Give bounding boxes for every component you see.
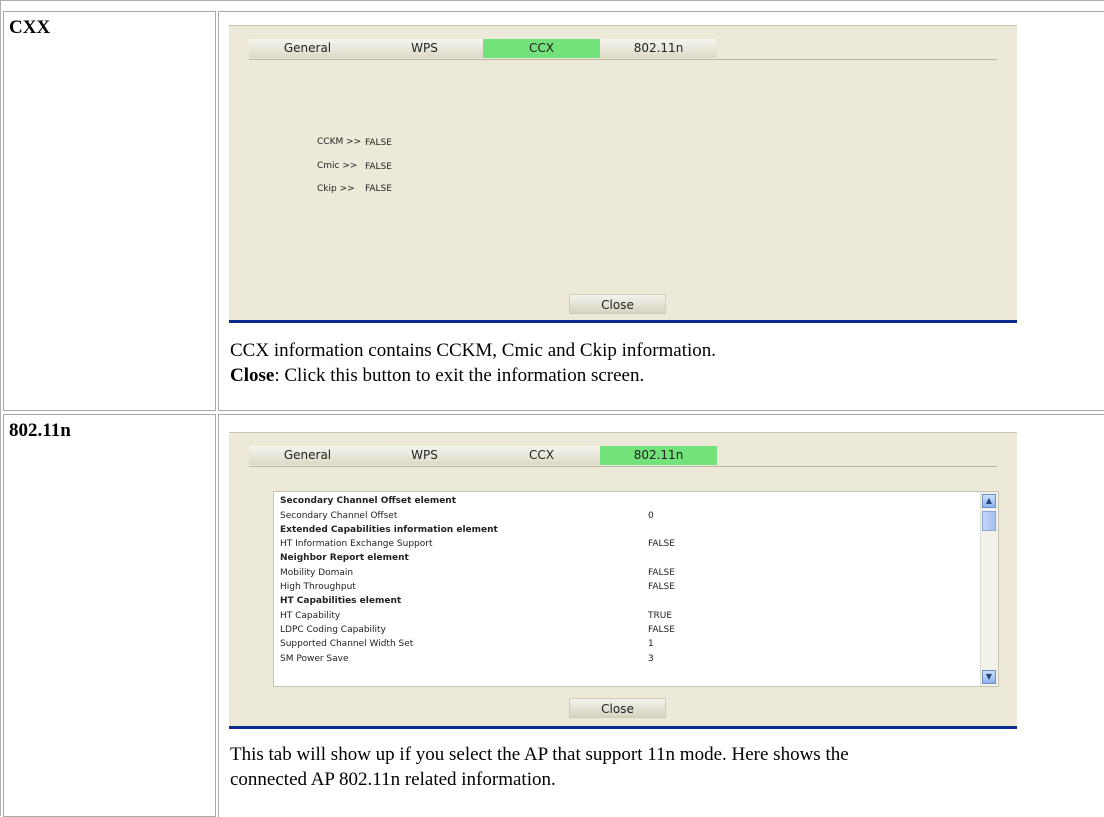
list-header: Extended Capabilities information elemen… (280, 525, 498, 535)
content-cell-802-11n: General WPS CCX 802.11n Secondary Channe… (218, 414, 1104, 817)
tab-general[interactable]: General (249, 446, 366, 465)
section-label: CXX (9, 17, 51, 38)
list-item: SM Power Save 3 (280, 654, 654, 664)
list-item: LDPC Coding Capability FALSE (280, 625, 675, 635)
vertical-scrollbar[interactable]: ▲ ▼ (980, 492, 998, 686)
dialog-bottom-border (229, 320, 1017, 323)
label-cell-802-11n: 802.11n (3, 414, 216, 817)
tab-ccx[interactable]: CCX (483, 446, 600, 465)
close-term: Close (230, 365, 275, 386)
info-list[interactable]: Secondary Channel Offset element Seconda… (273, 491, 999, 687)
ckip-value: FALSE (365, 184, 392, 194)
ckip-key: Ckip >> (317, 184, 355, 194)
tab-802-11n[interactable]: 802.11n (600, 39, 717, 58)
cmic-key: Cmic >> (317, 161, 358, 171)
ccx-description: CCX information contains CCKM, Cmic and … (230, 340, 717, 361)
802-11n-dialog: General WPS CCX 802.11n Secondary Channe… (229, 432, 1017, 729)
ccx-dialog: General WPS CCX 802.11n CCKM >> FALSE Cm… (229, 25, 1017, 323)
scroll-thumb[interactable] (982, 511, 996, 531)
802-11n-description-line1: This tab will show up if you select the … (230, 744, 849, 765)
tab-divider (249, 59, 997, 60)
list-item: Mobility Domain FALSE (280, 568, 675, 578)
list-header: Secondary Channel Offset element (280, 496, 457, 506)
tab-wps[interactable]: WPS (366, 446, 483, 465)
list-item: HT Capability TRUE (280, 611, 673, 621)
content-cell-ccx: General WPS CCX 802.11n CCKM >> FALSE Cm… (218, 11, 1104, 411)
tab-ccx[interactable]: CCX (483, 39, 600, 58)
tab-divider (249, 466, 997, 467)
scroll-up-icon[interactable]: ▲ (982, 494, 996, 508)
list-item: High Throughput FALSE (280, 582, 675, 592)
list-header: HT Capabilities element (280, 596, 402, 606)
tab-wps[interactable]: WPS (366, 39, 483, 58)
list-item: HT Information Exchange Support FALSE (280, 539, 675, 549)
close-explanation: : Click this button to exit the informat… (274, 365, 645, 386)
scroll-down-icon[interactable]: ▼ (982, 670, 996, 684)
list-header: Neighbor Report element (280, 553, 409, 563)
cmic-value: FALSE (365, 162, 392, 172)
tab-general[interactable]: General (249, 39, 366, 58)
cckm-value: FALSE (365, 138, 392, 148)
cckm-key: CCKM >> (317, 137, 362, 147)
802-11n-description-line2: connected AP 802.11n related information… (230, 769, 556, 790)
document-table: CXX General WPS CCX 802.11n CCKM >> FALS… (0, 0, 1104, 817)
close-button[interactable]: Close (569, 294, 666, 314)
dialog-bottom-border (229, 726, 1017, 729)
list-item: Secondary Channel Offset 0 (280, 511, 654, 521)
close-description: Close: Click this button to exit the inf… (230, 363, 644, 388)
label-cell-ccx: CXX (3, 11, 216, 411)
section-label: 802.11n (9, 420, 71, 441)
close-button[interactable]: Close (569, 698, 666, 718)
tab-802-11n[interactable]: 802.11n (600, 446, 717, 465)
list-item: Supported Channel Width Set 1 (280, 639, 654, 649)
